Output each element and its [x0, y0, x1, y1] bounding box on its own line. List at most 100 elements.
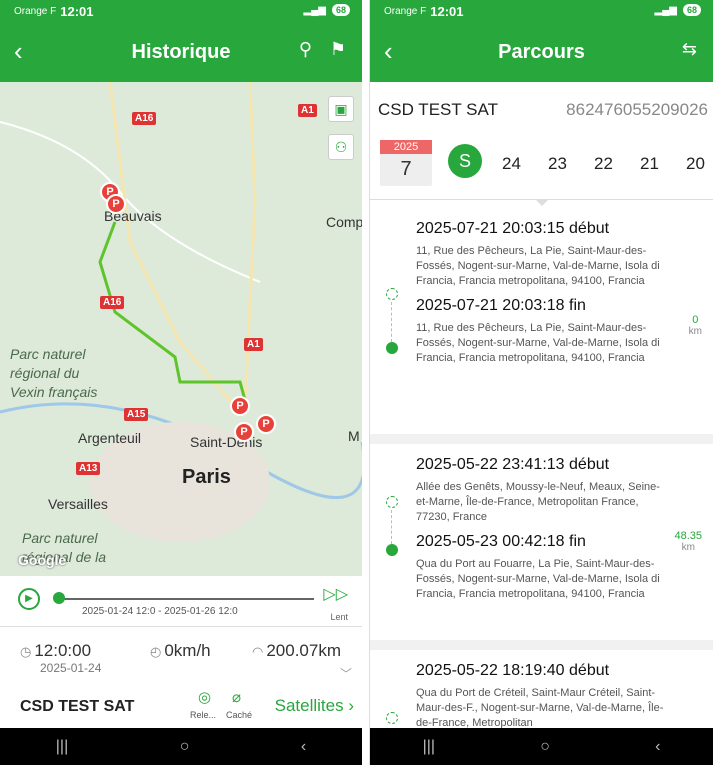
back-icon[interactable]: ‹: [14, 36, 23, 67]
satellites-label: Satellites: [274, 696, 344, 715]
distance-icon: ◠: [252, 644, 264, 659]
map-road: [0, 121, 261, 283]
map-label: régional du: [10, 365, 80, 381]
trip-distance: 48.35 km: [674, 530, 702, 553]
parking-pin[interactable]: P: [234, 422, 254, 442]
signal-icon: ▂▄▆: [654, 4, 677, 16]
day-21[interactable]: 21: [640, 154, 659, 174]
stat-distance-value: 200.07km: [266, 641, 342, 660]
parking-pin[interactable]: P: [256, 414, 276, 434]
playback-slider-knob[interactable]: [53, 592, 65, 604]
carrier: Orange F: [384, 5, 427, 17]
end-marker: [386, 544, 398, 556]
parking-pin[interactable]: P: [106, 194, 126, 214]
day-22[interactable]: 22: [594, 154, 613, 174]
day-23[interactable]: 23: [548, 154, 567, 174]
nav-back-icon[interactable]: ‹: [301, 738, 306, 756]
trip-start-address: Qua du Port de Créteil, Saint-Maur Créte…: [416, 687, 664, 728]
trip-card[interactable]: 2025-05-22 18:19:40 début Qua du Port de…: [370, 650, 713, 728]
play-button[interactable]: ▶: [18, 588, 40, 610]
swap-icon[interactable]: ⇆: [682, 39, 697, 60]
battery-indicator: 68: [331, 4, 350, 16]
time-range: 2025-01-24 12:0 - 2025-01-26 12:0: [82, 606, 238, 617]
stat-speed: ◴ 0km/h: [150, 641, 211, 661]
trip-end-address: Qua du Port au Fouarre, La Pie, Saint-Ma…: [416, 558, 660, 600]
app-bar: ‹ Historique ⚲ ⚑: [0, 22, 362, 82]
trip-distance: 0 km: [689, 314, 702, 337]
app-bar: ‹ Parcours ⇆: [370, 22, 713, 82]
recent-apps-icon[interactable]: |||: [423, 738, 435, 756]
stat-time: ◷ 12:0:00: [20, 641, 91, 661]
home-icon[interactable]: ○: [180, 738, 190, 756]
location-pin-icon[interactable]: ⚲: [299, 39, 312, 60]
playback-track[interactable]: [58, 598, 314, 600]
stat-distance: ◠ 200.07km: [252, 641, 341, 661]
start-marker: [386, 712, 398, 724]
chevron-down-icon[interactable]: ﹀: [340, 665, 352, 682]
recent-apps-icon[interactable]: |||: [56, 738, 68, 756]
trip-distance-value: 48.35: [674, 530, 702, 542]
day-24[interactable]: 24: [502, 154, 521, 174]
selector-pointer: [535, 199, 549, 206]
trip-distance-unit: km: [688, 326, 702, 337]
trip-start-time: 2025-05-22 18:19:40 début: [416, 662, 610, 679]
trip-list[interactable]: 2025-07-21 20:03:15 début 11, Rue des Pê…: [370, 208, 713, 728]
calendar-button[interactable]: 2025 7: [380, 140, 432, 186]
all-days-icon[interactable]: S: [448, 144, 482, 178]
end-marker: [386, 342, 398, 354]
road-shield: A15: [124, 408, 149, 421]
trip-card[interactable]: 2025-05-22 23:41:13 début Allée des Genê…: [370, 444, 713, 640]
hide-icon[interactable]: ⌀: [232, 688, 241, 706]
device-imei: 862476055209026: [566, 100, 708, 119]
day-20[interactable]: 20: [686, 154, 705, 174]
map-label: Vexin français: [10, 384, 98, 400]
home-icon[interactable]: ○: [540, 738, 550, 756]
trip-distance-value: 0: [692, 314, 699, 326]
road-shield: A1: [298, 104, 317, 117]
stat-time-value: 12:0:00: [34, 641, 92, 660]
map-label: Argenteuil: [78, 430, 142, 446]
map-view[interactable]: A16 A1 A16 A1 A15 A13 Beauvais Comp Parc…: [0, 82, 362, 576]
page-title: Parcours: [498, 40, 585, 63]
signal-icon: ▂▄▆: [303, 4, 326, 16]
trip-end-time: 2025-05-23 00:42:18 fin: [416, 533, 586, 550]
map-label: Parc naturel: [22, 530, 98, 546]
map-label: Versailles: [48, 496, 108, 512]
device-bar: CSD TEST SAT ◎ Rele... ⌀ Caché Satellite…: [0, 684, 362, 726]
back-icon[interactable]: ‹: [384, 36, 393, 67]
road-shield: A16: [132, 112, 157, 125]
fast-forward-icon[interactable]: ▷▷: [323, 584, 348, 604]
nav-back-icon[interactable]: ‹: [655, 738, 660, 756]
speed-label[interactable]: Lent: [330, 612, 348, 622]
speed-icon: ◴: [150, 644, 162, 659]
parking-pin[interactable]: P: [230, 396, 250, 416]
layers-icon[interactable]: ▣: [328, 96, 354, 122]
trip-end-address: 11, Rue des Pêcheurs, La Pie, Saint-Maur…: [416, 322, 660, 364]
relay-label[interactable]: Rele...: [190, 710, 216, 720]
clock: 12:01: [430, 3, 464, 19]
device-row: CSD TEST SAT 862476055209026: [370, 82, 713, 134]
hide-label[interactable]: Caché: [226, 710, 252, 720]
system-nav-bar: ||| ○ ‹: [0, 728, 362, 765]
person-icon[interactable]: ⚇: [328, 134, 354, 160]
carrier: Orange F: [14, 5, 57, 17]
trip-start-time: 2025-07-21 20:03:15 début: [416, 220, 610, 237]
satellites-link[interactable]: Satellites ›: [275, 696, 354, 716]
status-bar: Orange F 12:01 ▂▄▆ 68: [0, 0, 362, 22]
trip-card[interactable]: 2025-07-21 20:03:15 début 11, Rue des Pê…: [370, 208, 713, 434]
map-label: Comp: [326, 214, 362, 230]
flag-icon[interactable]: ⚑: [330, 39, 346, 60]
route-line: [98, 221, 247, 401]
trip-start-address: 11, Rue des Pêcheurs, La Pie, Saint-Maur…: [416, 245, 660, 287]
device-name: CSD TEST SAT: [378, 100, 498, 119]
clock-icon: ◷: [20, 644, 32, 659]
trip-start-address: Allée des Genêts, Moussy-le-Neuf, Meaux,…: [416, 481, 660, 523]
trip-connector: [391, 510, 392, 544]
calendar-year: 2025: [380, 140, 432, 154]
road-shield: A13: [76, 462, 101, 475]
trip-stats: ◷ 12:0:00 2025-01-24 ◴ 0km/h ◠ 200.07km ﹀: [0, 626, 362, 681]
stat-speed-value: 0km/h: [164, 641, 211, 660]
trips-screen: Orange F 12:01 ▂▄▆ 68 ‹ Parcours ⇆ CSD T…: [369, 0, 713, 765]
history-screen: Orange F 12:01 ▂▄▆ 68 ‹ Historique ⚲ ⚑ A…: [0, 0, 362, 765]
relay-icon[interactable]: ◎: [198, 688, 211, 706]
